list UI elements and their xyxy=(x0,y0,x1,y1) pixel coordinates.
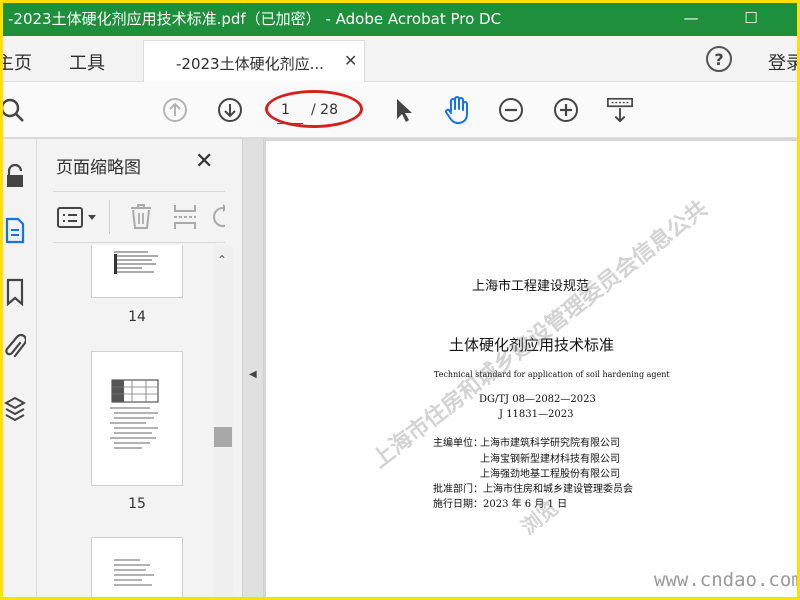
page-number-field[interactable]: 1 / 28 xyxy=(271,97,357,124)
collapse-arrow-icon: ◀ xyxy=(249,369,257,380)
rotate-page-icon[interactable] xyxy=(211,204,225,234)
zoom-out-icon[interactable] xyxy=(497,96,525,124)
select-cursor-icon[interactable] xyxy=(389,96,417,124)
page-number-15: 15 xyxy=(128,496,146,512)
main-toolbar: 1 / 28 xyxy=(0,82,800,138)
scroll-up-icon[interactable]: ⌃ xyxy=(217,253,227,267)
minimize-icon: — xyxy=(683,9,699,27)
doc-code-dg: DG/TJ 08—2082—2023 xyxy=(479,394,596,405)
total-pages: / 28 xyxy=(311,102,338,118)
doc-editor-2: 上海宝钢新型建材科技有限公司 xyxy=(480,454,620,465)
doc-editor-1: 上海市建筑科学研究院有限公司 xyxy=(480,438,620,449)
delete-page-icon[interactable] xyxy=(129,202,153,234)
page-thumbnail-14-content xyxy=(114,251,158,274)
thumbnail-list: 14 15 xyxy=(37,245,222,600)
insert-page-icon[interactable] xyxy=(172,203,198,235)
page-thumbnail-16-content xyxy=(114,559,154,586)
doc-header: 上海市工程建设规范 xyxy=(472,279,590,294)
thumbnail-scrollbar[interactable]: ⌃ xyxy=(213,245,233,600)
hand-tool-icon[interactable] xyxy=(443,96,471,124)
tab-bar: 主页 工具 -2023土体硬化剂应... ✕ ? 登录 xyxy=(0,36,800,83)
page-thumbnails-panel: 页面缩略图 ✕ 14 15 ⌃ xyxy=(37,139,242,600)
current-page-input[interactable]: 1 xyxy=(281,102,290,118)
maximize-button[interactable]: ☐ xyxy=(724,0,778,36)
zoom-in-icon[interactable] xyxy=(552,96,580,124)
page-number-14: 14 xyxy=(128,309,146,325)
previous-page-icon[interactable] xyxy=(161,96,189,124)
layers-icon[interactable] xyxy=(0,394,30,424)
page-thumbnail-15-content xyxy=(110,379,159,449)
page-thumbnail-14[interactable] xyxy=(91,245,183,298)
maximize-icon: ☐ xyxy=(744,9,758,27)
doc-editor-3: 上海强劲地基工程股份有限公司 xyxy=(480,469,620,480)
panel-toolbar xyxy=(53,191,225,243)
tab-document[interactable]: -2023土体硬化剂应... ✕ xyxy=(143,40,365,83)
bookmark-icon[interactable] xyxy=(0,277,30,307)
fit-page-icon[interactable] xyxy=(606,96,634,124)
panel-close-icon[interactable]: ✕ xyxy=(195,149,213,174)
window-titlebar: -2023土体硬化剂应用技术标准.pdf（已加密） - Adobe Acroba… xyxy=(0,0,800,36)
window-title: -2023土体硬化剂应用技术标准.pdf（已加密） - Adobe Acroba… xyxy=(8,10,502,28)
page-thumbnail-16[interactable] xyxy=(91,537,183,600)
sign-in-button[interactable]: 登录 xyxy=(768,49,800,75)
thumbnail-options-icon[interactable] xyxy=(57,206,99,234)
doc-approval: 批准部门：上海市住房和城乡建设管理委员会 xyxy=(433,484,633,495)
toolbar-divider xyxy=(109,200,110,234)
scrollbar-thumb[interactable] xyxy=(214,427,232,447)
page-thumbnails-icon[interactable] xyxy=(0,216,30,246)
current-page-underline xyxy=(277,123,303,124)
tab-home[interactable]: 主页 xyxy=(0,49,32,75)
document-viewer[interactable]: 上海市工程建设规范 土体硬化剂应用技术标准 Technical standard… xyxy=(264,139,800,600)
panel-collapse-strip[interactable]: ◀ xyxy=(242,139,264,600)
doc-editor-label: 主编单位： xyxy=(433,438,483,449)
tab-document-label: -2023土体硬化剂应... xyxy=(176,55,324,73)
help-icon[interactable]: ? xyxy=(706,46,732,72)
next-page-icon[interactable] xyxy=(216,96,244,124)
page-thumbnail-15[interactable] xyxy=(91,351,183,486)
minimize-button[interactable]: — xyxy=(664,0,718,36)
navigation-rail xyxy=(0,139,37,600)
pdf-page: 上海市工程建设规范 土体硬化剂应用技术标准 Technical standard… xyxy=(266,141,800,600)
zoom-search-icon[interactable] xyxy=(0,96,26,124)
tab-close-icon[interactable]: ✕ xyxy=(344,51,357,70)
doc-title: 土体硬化剂应用技术标准 xyxy=(449,336,615,354)
doc-effective-date: 施行日期：2023 年 6 月 1 日 xyxy=(433,499,568,510)
doc-code-j: J 11831—2023 xyxy=(499,409,574,420)
tab-tools[interactable]: 工具 xyxy=(69,49,105,75)
doc-english-title: Technical standard for application of so… xyxy=(434,370,670,379)
attachment-icon[interactable] xyxy=(0,332,30,362)
lock-icon[interactable] xyxy=(0,161,30,191)
panel-title: 页面缩略图 xyxy=(56,158,141,178)
